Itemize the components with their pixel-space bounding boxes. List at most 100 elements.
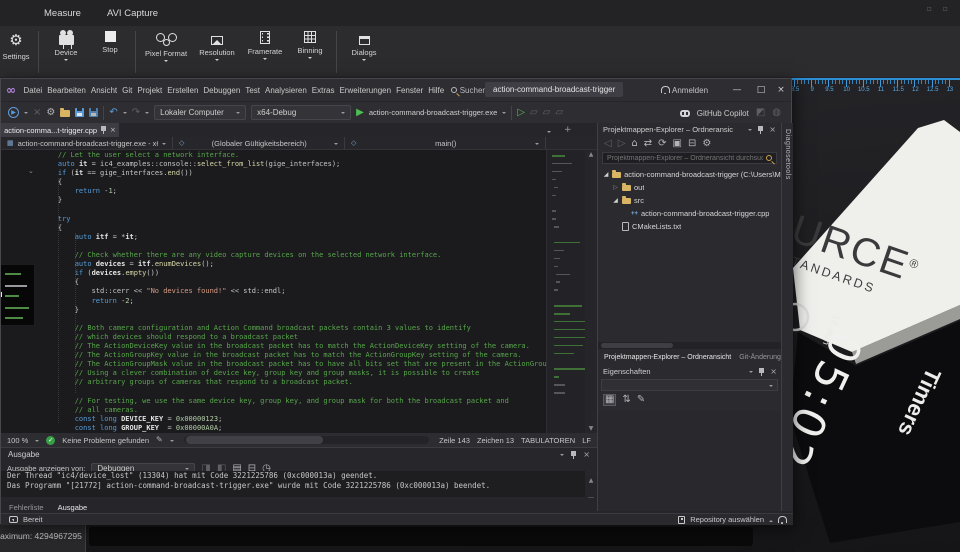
back-icon[interactable] bbox=[604, 139, 612, 149]
ribbon-button-settings[interactable]: Settings bbox=[0, 31, 34, 75]
copilot-button[interactable]: GitHub Copilot bbox=[680, 102, 781, 124]
pin-icon[interactable] bbox=[759, 368, 764, 376]
panel-tab-ausgabe[interactable]: Ausgabe bbox=[58, 503, 88, 512]
capture-window-controls[interactable]: ▫ ▫ bbox=[927, 4, 952, 13]
run-no-debug-icon[interactable] bbox=[517, 108, 525, 118]
breadcrumb-segment[interactable]: action-command-broadcast-trigger.exe - x… bbox=[1, 137, 173, 149]
notifications-bell-icon[interactable] bbox=[778, 516, 785, 524]
ribbon-button-framerate[interactable]: Framerate bbox=[242, 31, 288, 75]
menu-item-hilfe[interactable]: Hilfe bbox=[426, 86, 447, 95]
right-tab-projektmappen-explorer-ordneransicht[interactable]: Projektmappen-Explorer – Ordneransicht bbox=[604, 354, 731, 361]
pin-icon[interactable] bbox=[571, 451, 576, 459]
editor-scrollbar[interactable]: ▲ ▼ bbox=[585, 150, 597, 433]
chevron-down-icon[interactable] bbox=[560, 454, 564, 458]
collapse-all-icon[interactable] bbox=[688, 139, 696, 149]
sign-in-button[interactable]: Anmelden bbox=[661, 79, 708, 101]
tree-expanded-icon[interactable]: ◢ bbox=[612, 197, 619, 204]
open-folder-icon[interactable] bbox=[60, 110, 70, 117]
close-tab-icon[interactable] bbox=[110, 126, 116, 134]
debug-target-dropdown[interactable]: Lokaler Computer bbox=[154, 105, 246, 120]
forward-icon[interactable] bbox=[618, 139, 626, 149]
chevron-down-icon[interactable] bbox=[749, 371, 753, 375]
redo-icon[interactable] bbox=[132, 108, 140, 118]
copilot-badge-icon[interactable] bbox=[772, 108, 781, 118]
properties-object-dropdown[interactable] bbox=[601, 379, 778, 391]
undo-icon[interactable] bbox=[109, 108, 117, 118]
share-icon[interactable] bbox=[756, 108, 765, 118]
configuration-dropdown[interactable]: x64-Debug bbox=[251, 105, 351, 120]
capture-tab-avi-capture[interactable]: AVI Capture bbox=[107, 8, 158, 19]
ribbon-button-dialogs[interactable]: Dialogs bbox=[341, 31, 387, 75]
save-icon[interactable] bbox=[75, 108, 84, 117]
panel-tab-fehlerliste[interactable]: Fehlerliste bbox=[9, 503, 44, 512]
ribbon-button-binning[interactable]: Binning bbox=[288, 31, 332, 75]
menu-item-erstellen[interactable]: Erstellen bbox=[165, 86, 201, 95]
scroll-down-icon[interactable]: ▼ bbox=[585, 425, 597, 432]
refresh-icon[interactable] bbox=[658, 139, 666, 149]
code-text[interactable]: // Let the user select a network interfa… bbox=[1, 151, 546, 433]
ribbon-button-pixel-format[interactable]: Pixel Format bbox=[140, 31, 192, 75]
feedback-icon[interactable] bbox=[9, 516, 18, 523]
tree-item-src[interactable]: ◢src bbox=[598, 194, 781, 207]
gear-icon[interactable] bbox=[46, 108, 55, 118]
menu-item-extras[interactable]: Extras bbox=[309, 86, 337, 95]
show-all-files-icon[interactable] bbox=[673, 139, 682, 149]
document-list-chevron-icon[interactable] bbox=[547, 131, 551, 135]
code-editor[interactable]: ⌄ // Let the user select a network inter… bbox=[1, 150, 597, 433]
tree-collapsed-icon[interactable]: ▷ bbox=[612, 184, 619, 191]
bookmark-icon[interactable] bbox=[530, 108, 538, 118]
editor-horizontal-scrollbar[interactable] bbox=[184, 436, 429, 444]
scrollbar-thumb[interactable] bbox=[186, 436, 323, 444]
ribbon-button-stop[interactable]: Stop bbox=[89, 31, 131, 75]
zoom-level-dropdown[interactable]: 100 % bbox=[7, 436, 28, 445]
solution-search[interactable] bbox=[602, 152, 777, 164]
tree-item-out[interactable]: ▷out bbox=[598, 181, 781, 194]
right-tab-git-änderungen[interactable]: Git-Änderungen bbox=[739, 354, 782, 361]
chevron-down-icon[interactable] bbox=[24, 112, 28, 116]
menu-item-projekt[interactable]: Projekt bbox=[135, 86, 165, 95]
bookmark-icon[interactable] bbox=[555, 108, 563, 118]
chevron-down-icon[interactable] bbox=[170, 440, 174, 444]
output-panel-header[interactable]: Ausgabe bbox=[1, 448, 597, 461]
run-target-label[interactable]: action-command-broadcast-trigger.exe bbox=[369, 108, 497, 117]
start-debug-icon[interactable] bbox=[8, 107, 19, 118]
diagnostics-side-tab[interactable]: Diagnosetools bbox=[781, 123, 793, 511]
edit-icon[interactable] bbox=[156, 435, 163, 445]
tree-expanded-icon[interactable]: ◢ bbox=[603, 171, 609, 178]
ribbon-button-device[interactable]: Device bbox=[43, 31, 89, 75]
solution-search-input[interactable] bbox=[607, 155, 763, 162]
close-panel-icon[interactable] bbox=[770, 367, 777, 376]
menu-item-debuggen[interactable]: Debuggen bbox=[201, 86, 243, 95]
output-scrollbar[interactable]: ▲— bbox=[585, 476, 597, 502]
pin-icon[interactable] bbox=[758, 126, 763, 134]
eol-indicator[interactable]: LF bbox=[582, 436, 591, 445]
save-all-icon[interactable] bbox=[89, 108, 98, 117]
output-text[interactable]: Der Thread "ic4/device_lost" (13304) hat… bbox=[1, 471, 585, 497]
tree-item-action-command-broadcast-trigger[interactable]: ◢action-command-broadcast-trigger (C:\Us… bbox=[598, 168, 781, 181]
column-indicator[interactable]: Zeichen 13 bbox=[477, 436, 514, 445]
home-icon[interactable] bbox=[631, 139, 637, 149]
measure-ruler-overlay[interactable]: 8.599.51010.51111.51212.513 bbox=[788, 78, 960, 98]
repository-picker[interactable]: Repository auswählen bbox=[690, 515, 764, 524]
chevron-down-icon[interactable] bbox=[748, 129, 752, 133]
close-button[interactable]: × bbox=[769, 79, 793, 101]
chevron-down-icon[interactable] bbox=[145, 112, 149, 116]
capture-tab-measure[interactable]: Measure bbox=[44, 8, 81, 19]
scroll-up-icon[interactable]: ▲ bbox=[585, 151, 597, 158]
scrollbar-thumb[interactable] bbox=[601, 343, 673, 348]
close-panel-icon[interactable] bbox=[769, 125, 776, 134]
alphabetical-icon[interactable] bbox=[622, 395, 630, 405]
gear-icon[interactable] bbox=[702, 139, 711, 149]
breadcrumb-segment[interactable]: (Globaler Gültigkeitsbereich) bbox=[173, 137, 345, 149]
minimize-button[interactable]: — bbox=[725, 79, 749, 101]
menu-item-test[interactable]: Test bbox=[243, 86, 263, 95]
chevron-down-icon[interactable] bbox=[502, 112, 506, 116]
cancel-icon[interactable] bbox=[33, 108, 41, 118]
ribbon-button-resolution[interactable]: Resolution bbox=[192, 31, 242, 75]
breadcrumb-segment[interactable]: main() bbox=[345, 137, 546, 149]
bookmark-icon[interactable] bbox=[543, 108, 551, 118]
scroll-up-icon[interactable]: ▲ bbox=[585, 477, 597, 484]
close-panel-icon[interactable] bbox=[583, 450, 590, 459]
chevron-down-icon[interactable] bbox=[35, 440, 39, 444]
pin-icon[interactable] bbox=[101, 126, 106, 134]
